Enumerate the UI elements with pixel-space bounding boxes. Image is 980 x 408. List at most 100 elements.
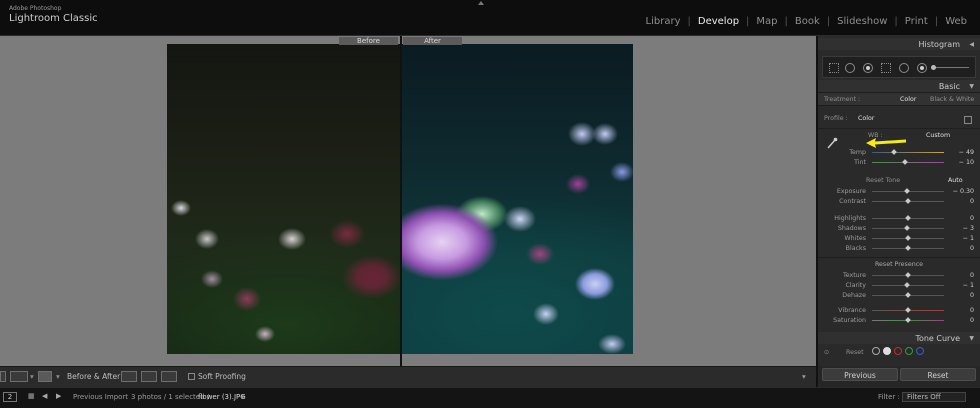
dehaze-slider-row[interactable]: Dehaze 0: [824, 291, 976, 300]
module-book[interactable]: Book: [788, 16, 827, 27]
exposure-track[interactable]: [872, 188, 944, 194]
whites-knob[interactable]: [905, 235, 911, 241]
saturation-value[interactable]: 0: [970, 316, 974, 325]
auto-tone-button[interactable]: Auto: [948, 177, 963, 184]
rgb-channel-icon[interactable]: [883, 347, 891, 355]
profile-browser-icon[interactable]: [964, 116, 972, 124]
view-dropdown-caret-icon[interactable]: ▾: [30, 372, 34, 381]
shadows-slider-row[interactable]: Shadows − 3: [824, 224, 976, 233]
vibrance-track[interactable]: [872, 307, 944, 313]
reset-presence-button[interactable]: Reset Presence: [818, 261, 980, 268]
saturation-slider-row[interactable]: Saturation 0: [824, 316, 976, 325]
soft-proofing-checkbox[interactable]: [188, 373, 195, 380]
grid-view-icon[interactable]: ▦: [28, 392, 35, 400]
toolbar-options-caret-icon[interactable]: ▾: [802, 372, 806, 381]
filter-dropdown[interactable]: Filters Off: [902, 392, 966, 402]
tint-slider-row[interactable]: Tint − 10: [824, 158, 976, 167]
texture-knob[interactable]: [905, 272, 911, 278]
texture-value[interactable]: 0: [970, 271, 974, 280]
previous-button[interactable]: Previous: [822, 368, 898, 381]
histogram-header[interactable]: Histogram ◀: [818, 38, 980, 50]
exposure-slider-row[interactable]: Exposure − 0.30: [824, 187, 976, 196]
tint-knob[interactable]: [902, 159, 908, 165]
blacks-slider-row[interactable]: Blacks 0: [824, 244, 976, 253]
tool-slider[interactable]: [931, 65, 969, 70]
contrast-track[interactable]: [872, 198, 944, 204]
tone-curve-header[interactable]: Tone Curve ▼: [818, 332, 980, 344]
source-label[interactable]: Previous Import: [73, 393, 128, 401]
texture-slider-row[interactable]: Texture 0: [824, 271, 976, 280]
compare-view-icon[interactable]: [10, 371, 28, 382]
clarity-knob[interactable]: [904, 282, 911, 288]
vibrance-value[interactable]: 0: [970, 306, 974, 315]
parametric-curve-icon[interactable]: [872, 347, 880, 355]
brush-icon[interactable]: [917, 63, 927, 73]
module-develop[interactable]: Develop: [691, 16, 746, 27]
whites-track[interactable]: [872, 235, 944, 241]
dehaze-track[interactable]: [872, 292, 944, 298]
module-print[interactable]: Print: [898, 16, 935, 27]
highlights-slider-row[interactable]: Highlights 0: [824, 214, 976, 223]
contrast-value[interactable]: 0: [970, 197, 974, 206]
clarity-track[interactable]: [872, 282, 944, 288]
crop-tool-icon[interactable]: [829, 63, 839, 73]
tint-value[interactable]: − 10: [959, 158, 974, 167]
saturation-track[interactable]: [872, 317, 944, 323]
secondary-monitor-button[interactable]: 2: [3, 392, 17, 402]
back-arrow-icon[interactable]: ◀: [42, 392, 47, 400]
mode-dropdown-caret-icon[interactable]: ▾: [56, 372, 60, 381]
profile-dropdown[interactable]: Color: [858, 115, 874, 122]
dehaze-knob[interactable]: [905, 292, 911, 298]
reset-button[interactable]: Reset: [900, 368, 976, 381]
green-channel-icon[interactable]: [905, 347, 913, 355]
vibrance-knob[interactable]: [905, 307, 911, 313]
blacks-track[interactable]: [872, 245, 944, 251]
exposure-value[interactable]: − 0.30: [953, 187, 974, 196]
module-slideshow[interactable]: Slideshow: [830, 16, 894, 27]
contrast-knob[interactable]: [905, 198, 911, 204]
exposure-knob[interactable]: [903, 188, 910, 194]
graduated-filter-icon[interactable]: [881, 63, 891, 73]
module-library[interactable]: Library: [639, 16, 688, 27]
forward-arrow-icon[interactable]: ▶: [56, 392, 61, 400]
whites-slider-row[interactable]: Whites − 1: [824, 234, 976, 243]
clarity-slider-row[interactable]: Clarity − 1: [824, 281, 976, 290]
before-after-mode-icon[interactable]: [38, 371, 52, 382]
after-photo[interactable]: [400, 44, 633, 354]
shadows-track[interactable]: [872, 225, 944, 231]
expand-down-icon[interactable]: ▼: [969, 83, 974, 90]
treatment-color-option[interactable]: Color: [900, 96, 916, 103]
module-map[interactable]: Map: [749, 16, 784, 27]
treatment-bw-option[interactable]: Black & White: [930, 96, 974, 103]
collapse-top-panel-icon[interactable]: [478, 1, 484, 5]
swap-before-after-icon[interactable]: [161, 371, 177, 382]
texture-track[interactable]: [872, 272, 944, 278]
expand-down-icon[interactable]: ▼: [969, 335, 974, 342]
copy-before-to-after-icon[interactable]: [121, 371, 137, 382]
basic-header[interactable]: Basic ▼: [818, 80, 980, 92]
tint-track[interactable]: [872, 159, 944, 165]
module-web[interactable]: Web: [938, 16, 974, 27]
shadows-value[interactable]: − 3: [963, 224, 974, 233]
wb-dropdown[interactable]: Custom: [926, 132, 950, 139]
loupe-view-icon[interactable]: [0, 371, 6, 382]
highlights-knob[interactable]: [905, 215, 911, 221]
collapse-left-icon[interactable]: ◀: [969, 41, 974, 48]
reset-tone-button[interactable]: Reset Tone: [866, 177, 900, 184]
temp-knob[interactable]: [890, 149, 897, 155]
tone-curve-reset-button[interactable]: Reset: [846, 349, 864, 356]
spot-removal-icon[interactable]: [845, 63, 855, 73]
saturation-knob[interactable]: [905, 317, 911, 323]
tone-curve-point-icon[interactable]: ⊙: [824, 349, 829, 356]
copy-after-to-before-icon[interactable]: [141, 371, 157, 382]
blacks-knob[interactable]: [905, 245, 911, 251]
red-eye-icon[interactable]: [863, 63, 873, 73]
highlights-track[interactable]: [872, 215, 944, 221]
shadows-knob[interactable]: [904, 225, 911, 231]
highlights-value[interactable]: 0: [970, 214, 974, 223]
dehaze-value[interactable]: 0: [970, 291, 974, 300]
temp-value[interactable]: − 49: [959, 148, 974, 157]
red-channel-icon[interactable]: [894, 347, 902, 355]
before-photo[interactable]: [167, 44, 400, 354]
file-name[interactable]: flower (3).JPG: [198, 393, 246, 401]
